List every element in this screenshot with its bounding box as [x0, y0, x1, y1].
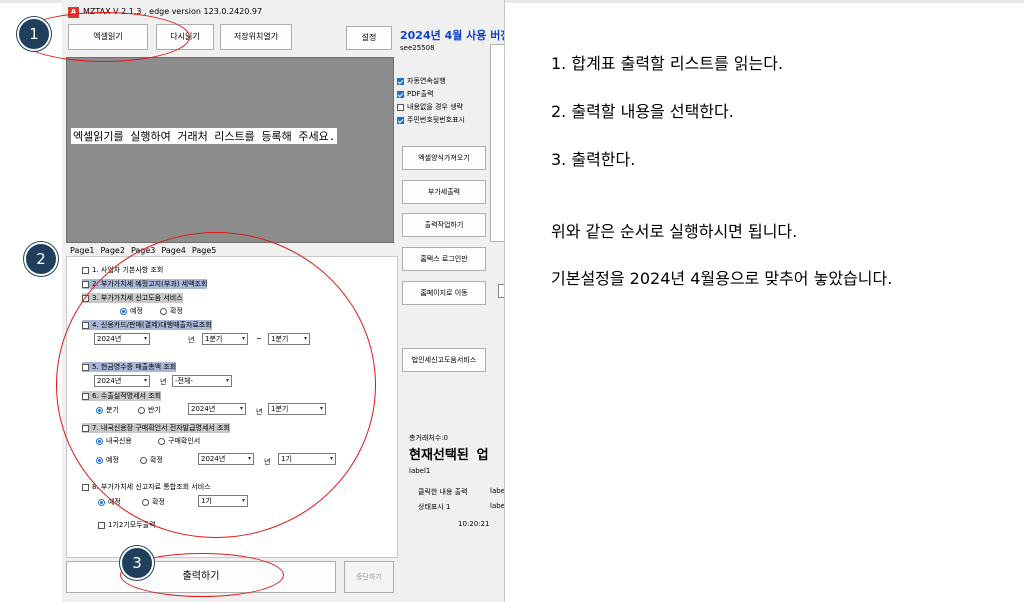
corp-tax-service-button[interactable]: 법인세신고도움서비스: [402, 348, 486, 372]
vat-output-button[interactable]: 부가세출력: [402, 180, 486, 204]
instruction-message: 엑셀읽기를 실행하여 거래처 리스트를 등록해 주세요.: [71, 128, 338, 144]
tab-page2[interactable]: Page2: [100, 246, 124, 255]
instruction-step-2: 2. 출력할 내용을 선택한다.: [551, 102, 734, 121]
click-output-value: labe: [490, 487, 505, 495]
option-label: 내용없을 경우 생략: [407, 103, 463, 111]
label1: label1: [409, 467, 431, 475]
option-skip-empty[interactable]: 내용없을 경우 생략: [397, 102, 463, 112]
checkbox-icon: [98, 521, 105, 529]
excel-template-button[interactable]: 엑셀양식가져오기: [402, 146, 486, 170]
status-display-label: 상태표시 1: [418, 503, 451, 511]
tab-page1[interactable]: Page1: [70, 246, 94, 255]
version-banner: 2024년 4월 사용 버전: [400, 29, 505, 42]
checkbox-icon: [82, 280, 89, 288]
client-list-panel: 엑셀읽기를 실행하여 거래처 리스트를 등록해 주세요.: [66, 57, 394, 243]
instruction-step-3: 3. 출력한다.: [551, 150, 636, 169]
checkbox-icon: [82, 483, 89, 491]
checkbox-icon: [397, 116, 404, 124]
open-save-location-button[interactable]: 저장위치열기: [220, 24, 292, 50]
step-3-badge: 3: [120, 546, 154, 580]
option-label: 자동연속실행: [407, 77, 446, 85]
user-id: see25508: [400, 44, 435, 52]
clock: 10:20:21: [458, 520, 490, 528]
hometax-login-button[interactable]: 홈택스 로그인만: [402, 247, 486, 271]
instruction-step-1: 1. 합계표 출력할 리스트를 읽는다.: [551, 54, 784, 73]
click-output-label: 클릭한 내용 출력: [418, 488, 468, 496]
right-scroll-panel: [490, 44, 504, 242]
radio-icon: [98, 498, 105, 506]
checkbox-icon: [82, 266, 89, 274]
small-field: [498, 284, 504, 298]
instruction-paragraph-1: 위와 같은 순서로 실행하시면 됩니다.: [551, 222, 798, 241]
stop-button[interactable]: 중단하기: [344, 561, 394, 593]
current-selection-title: 현재선택된 업: [409, 448, 489, 463]
checkbox-icon: [397, 77, 404, 85]
step-1-badge: 1: [17, 17, 51, 51]
option-auto-run[interactable]: 자동연속실행: [397, 76, 446, 86]
instruction-paragraph-2: 기본설정을 2024년 4월용으로 맞추어 놓았습니다.: [551, 269, 893, 288]
checkbox-icon: [397, 103, 404, 111]
option-pdf-output[interactable]: PDF출력: [397, 89, 434, 99]
settings-button[interactable]: 설정: [346, 26, 392, 50]
option-label: PDF출력: [407, 90, 434, 98]
option-show-rrn[interactable]: 주민번호뒷번호표시: [397, 115, 465, 125]
go-homepage-button[interactable]: 홈페이지로 이동: [402, 281, 486, 305]
step-2-badge: 2: [24, 242, 58, 276]
output-job-button[interactable]: 출력작업하기: [402, 213, 486, 237]
option-label: 주민번호뒷번호표시: [407, 116, 465, 124]
annotation-circle-2: [56, 232, 376, 538]
client-count: 총거래처수:0: [409, 434, 449, 442]
status-display-value: labe: [490, 502, 505, 510]
checkbox-icon: [397, 90, 404, 98]
